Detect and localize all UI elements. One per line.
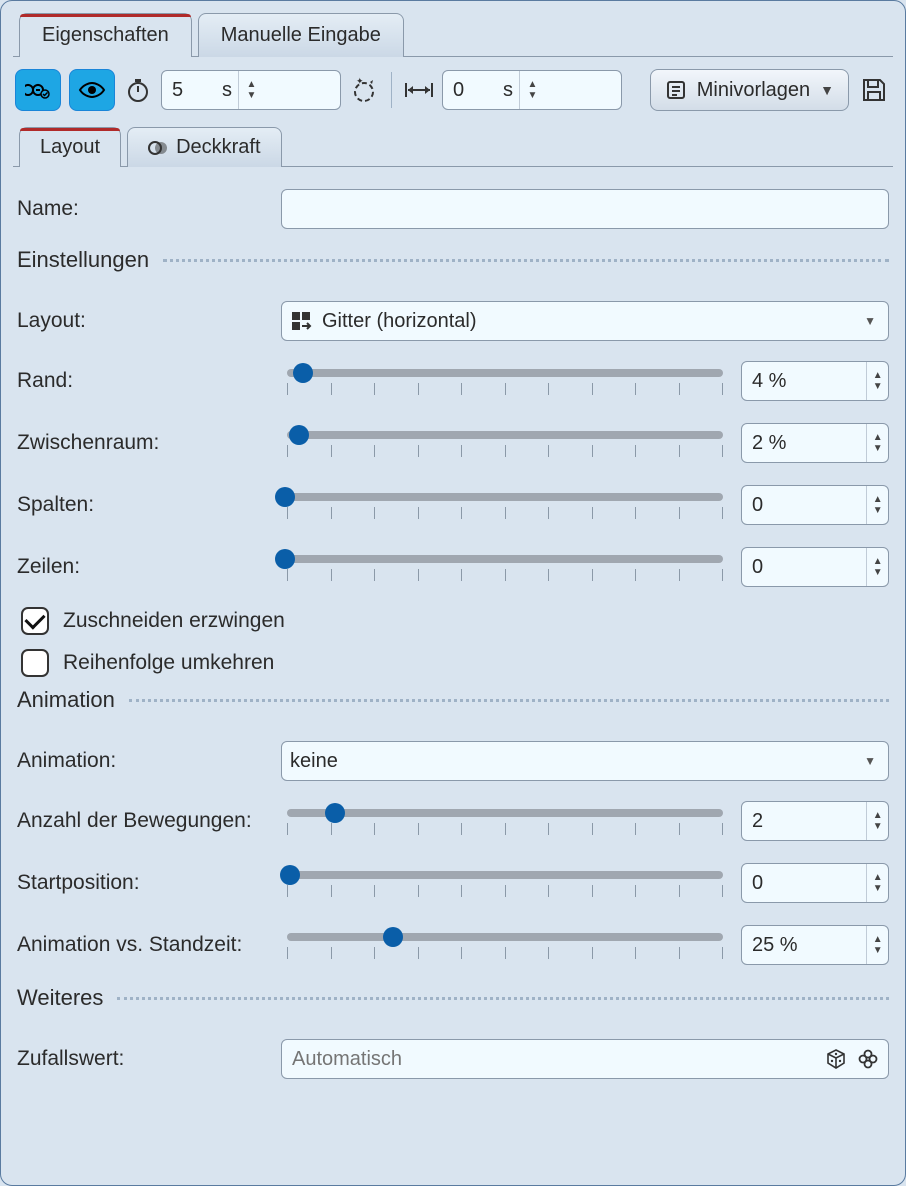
random-label: Zufallswert: <box>17 1047 281 1071</box>
start-pos-spinbox[interactable]: ▲▼ <box>741 863 889 903</box>
margin-spinbox[interactable]: ▲▼ <box>741 361 889 401</box>
gap-spinbox[interactable]: ▲▼ <box>741 423 889 463</box>
chevron-down-icon: ▼ <box>864 754 876 768</box>
animation-combo[interactable]: keine ▼ <box>281 741 889 781</box>
layout-form: Name: Einstellungen Layout: Gitter (hori… <box>13 167 893 1079</box>
chevron-down-icon: ▼ <box>864 314 876 328</box>
name-input[interactable] <box>281 189 889 229</box>
visibility-toggle-button[interactable] <box>69 69 115 111</box>
rows-label: Zeilen: <box>17 555 281 579</box>
clover-button[interactable] <box>855 1046 881 1072</box>
animation-combo-value: keine <box>290 750 338 773</box>
link-toggle-button[interactable] <box>15 69 61 111</box>
settings-group-header: Einstellungen <box>17 247 889 273</box>
sub-tab-layout-label: Layout <box>40 136 100 159</box>
move-count-label: Anzahl der Bewegungen: <box>17 809 281 833</box>
width-arrows-icon <box>404 75 434 105</box>
layout-label: Layout: <box>17 309 281 333</box>
duration-stepper[interactable]: ▲▼ <box>238 71 264 109</box>
gap-value[interactable] <box>742 428 866 459</box>
gap-label: Zwischenraum: <box>17 431 281 455</box>
reverse-order-checkbox[interactable] <box>21 649 49 677</box>
further-group-header: Weiteres <box>17 985 889 1011</box>
tab-manual-input[interactable]: Manuelle Eingabe <box>198 13 404 57</box>
rows-spinbox[interactable]: ▲▼ <box>741 547 889 587</box>
animation-label: Animation: <box>17 749 281 773</box>
eye-icon <box>78 81 106 99</box>
columns-label: Spalten: <box>17 493 281 517</box>
duration-field[interactable]: s ▲▼ <box>161 70 341 110</box>
minitemplates-label: Minivorlagen <box>697 79 810 102</box>
move-count-value[interactable] <box>742 806 866 837</box>
save-button[interactable] <box>857 75 891 105</box>
anim-vs-stand-slider[interactable] <box>281 923 729 967</box>
sub-tab-layout[interactable]: Layout <box>19 127 121 167</box>
clover-icon <box>857 1048 879 1070</box>
start-pos-value[interactable] <box>742 868 866 899</box>
offset-input[interactable] <box>443 75 503 106</box>
rows-slider[interactable] <box>281 545 729 589</box>
toolbar: s ▲▼ ✦ s ▲▼ Minivorlagen ▼ <box>13 57 893 123</box>
move-count-spinbox[interactable]: ▲▼ <box>741 801 889 841</box>
sub-tab-opacity-label: Deckkraft <box>176 136 260 159</box>
dice-icon <box>825 1048 847 1070</box>
start-pos-label: Startposition: <box>17 871 281 895</box>
duration-unit: s <box>222 79 238 102</box>
anim-vs-stand-label: Animation vs. Standzeit: <box>17 933 281 957</box>
reset-timer-icon[interactable]: ✦ <box>349 75 379 105</box>
offset-stepper[interactable]: ▲▼ <box>519 71 545 109</box>
name-label: Name: <box>17 197 281 221</box>
move-count-slider[interactable] <box>281 799 729 843</box>
anim-vs-stand-spinbox[interactable]: ▲▼ <box>741 925 889 965</box>
random-input[interactable] <box>281 1039 889 1079</box>
animation-group-header: Animation <box>17 687 889 713</box>
grid-horizontal-icon <box>290 310 312 332</box>
reverse-order-label: Reihenfolge umkehren <box>63 651 274 675</box>
main-tabs: Eigenschaften Manuelle Eingabe <box>19 11 893 57</box>
dice-button[interactable] <box>823 1046 849 1072</box>
chevron-down-icon: ▼ <box>820 82 834 98</box>
margin-slider[interactable] <box>281 359 729 403</box>
floppy-icon <box>860 76 888 104</box>
start-pos-slider[interactable] <box>281 861 729 905</box>
tab-properties[interactable]: Eigenschaften <box>19 13 192 57</box>
link-icon <box>25 81 51 99</box>
anim-vs-stand-value[interactable] <box>742 930 866 961</box>
layout-combo[interactable]: Gitter (horizontal) ▼ <box>281 301 889 341</box>
minitemplates-dropdown[interactable]: Minivorlagen ▼ <box>650 69 849 111</box>
duration-input[interactable] <box>162 75 222 106</box>
stopwatch-icon <box>123 75 153 105</box>
properties-panel: Eigenschaften Manuelle Eingabe s ▲▼ ✦ <box>0 0 906 1186</box>
layout-combo-value: Gitter (horizontal) <box>322 310 477 333</box>
opacity-icon <box>148 138 168 158</box>
columns-slider[interactable] <box>281 483 729 527</box>
force-crop-checkbox[interactable] <box>21 607 49 635</box>
sub-tab-opacity[interactable]: Deckkraft <box>127 127 281 167</box>
svg-text:✦: ✦ <box>356 76 364 86</box>
margin-label: Rand: <box>17 369 281 393</box>
margin-value[interactable] <box>742 366 866 397</box>
offset-unit: s <box>503 79 519 102</box>
tab-properties-label: Eigenschaften <box>42 24 169 46</box>
offset-field[interactable]: s ▲▼ <box>442 70 622 110</box>
force-crop-label: Zuschneiden erzwingen <box>63 609 285 633</box>
gap-slider[interactable] <box>281 421 729 465</box>
tab-manual-input-label: Manuelle Eingabe <box>221 24 381 46</box>
template-icon <box>665 79 687 101</box>
sub-tabs: Layout Deckkraft <box>19 123 893 167</box>
columns-spinbox[interactable]: ▲▼ <box>741 485 889 525</box>
rows-value[interactable] <box>742 552 866 583</box>
columns-value[interactable] <box>742 490 866 521</box>
